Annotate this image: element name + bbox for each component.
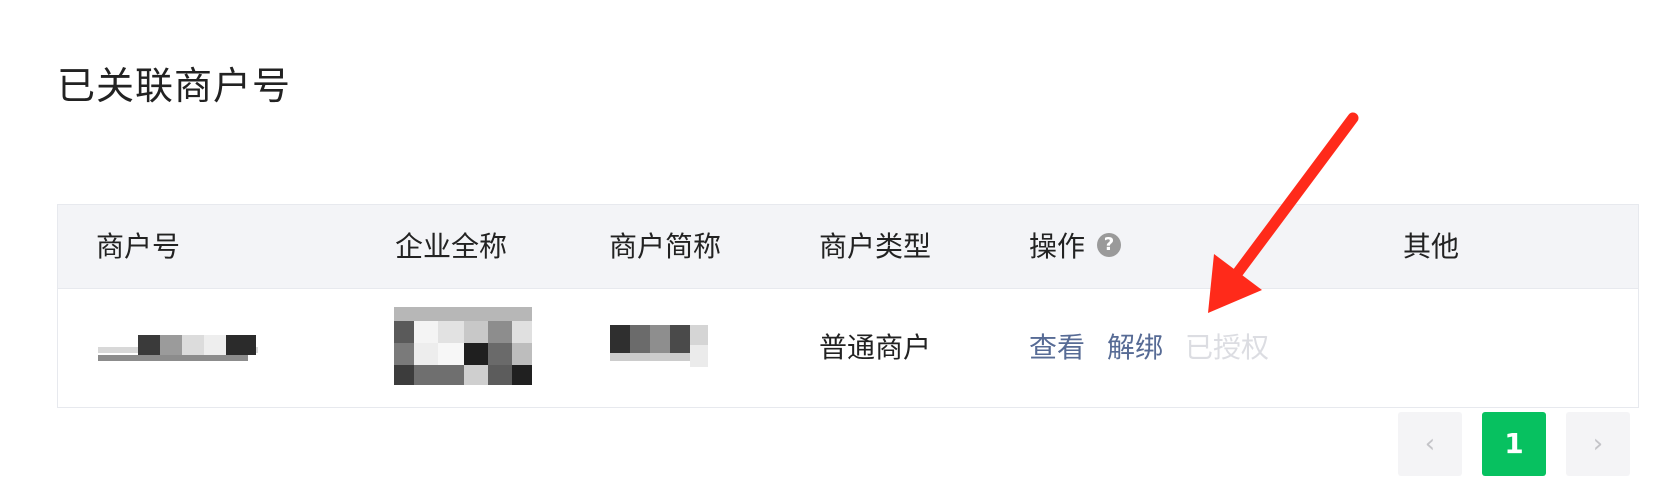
arrow-annotation-icon	[1208, 112, 1359, 313]
linked-merchants-page: 已关联商户号 商户号 企业全称 商户简称 商户类型 操作? 其他 普通商户 查看…	[0, 0, 1674, 500]
